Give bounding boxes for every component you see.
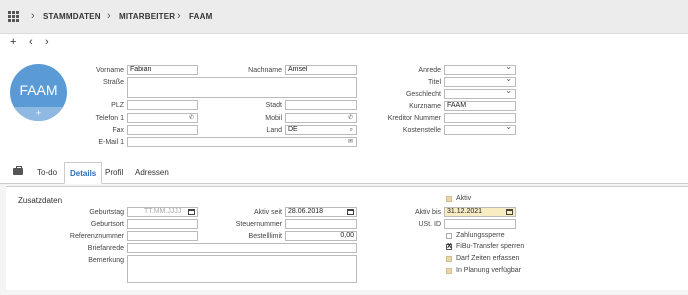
nachname-field[interactable]: Amsel [285,65,357,75]
aktiv-bis-label: Aktiv bis [414,209,441,216]
geburtstag-field[interactable]: TT.MM.JJJJ [127,207,198,217]
mobil-field[interactable]: ✆ [285,113,357,123]
kostenstelle-label: Kostenstelle [402,127,441,134]
calendar-icon[interactable] [188,209,195,215]
referenznummer-label: Referenznummer [69,233,124,240]
land-label: Land [266,127,282,134]
fibu-checkbox[interactable]: X [446,243,452,250]
chevron-right-icon: › [177,10,181,22]
nachname-label: Nachname [248,67,282,74]
kreditor-field[interactable] [444,113,516,123]
email1-field[interactable]: ✉ [127,137,357,147]
chevron-right-icon: › [107,10,111,22]
briefanrede-label: Briefanrede [87,245,124,252]
search-icon[interactable]: ⌕ [350,126,353,134]
geburtsort-field[interactable] [127,219,198,229]
kurzname-label: Kurzname [409,103,441,110]
top-bar [0,0,688,34]
kurzname-field[interactable]: FAAM [444,101,516,111]
kostenstelle-select[interactable] [444,125,516,135]
ust-id-field[interactable] [444,219,516,229]
aktiv-seit-value: 28.06.2018 [288,208,324,215]
fibu-label: FiBu-Transfer sperren [456,243,525,250]
steuernummer-label: Steuernummer [235,221,282,228]
aktiv-label: Aktiv [456,195,472,202]
back-icon[interactable]: ‹ [29,36,33,48]
bestelllimit-field[interactable]: 0,00 [285,231,357,241]
breadcrumb-faam: FAAM [189,12,213,21]
briefanrede-field[interactable] [127,243,357,253]
geburtsort-label: Geburtsort [90,221,124,228]
zahlungssperre-label: Zahlungssperre [456,232,505,239]
telefon1-field[interactable]: ✆ [127,113,198,123]
telefon1-label: Telefon 1 [95,115,124,122]
aktiv-bis-field[interactable]: 31.12.2021 [444,207,516,217]
titel-label: Titel [428,79,441,86]
geschlecht-select[interactable] [444,89,516,99]
tab-profil[interactable]: Profil [100,162,128,184]
breadcrumb-stammdaten[interactable]: STAMMDATEN [43,12,101,21]
geburtstag-label: Geburtstag [89,209,124,216]
geschlecht-label: Geschlecht [405,91,441,98]
bemerkung-field[interactable] [127,255,357,283]
aktiv-seit-field[interactable]: 28.06.2018 [285,207,357,217]
land-field[interactable]: DE ⌕ [285,125,357,135]
referenznummer-field[interactable] [127,231,198,241]
calendar-icon[interactable] [347,209,354,215]
in-planung-checkbox[interactable] [446,268,452,274]
zusatzdaten-title: Zusatzdaten [18,196,63,205]
avatar-initials: FAAM [19,82,58,98]
email1-label: E-Mail 1 [98,139,124,146]
calendar-icon[interactable] [506,209,513,215]
aktiv-seit-label: Aktiv seit [253,209,282,216]
darf-zeiten-checkbox[interactable] [446,256,452,262]
plz-label: PLZ [111,102,124,109]
fax-field[interactable] [127,125,198,135]
tab-todo[interactable]: To-do [32,162,62,184]
breadcrumb-mitarbeiter[interactable]: MITARBEITER [119,12,175,21]
geburtstag-placeholder: TT.MM.JJJJ [144,208,182,215]
aktiv-bis-value: 31.12.2021 [447,208,483,215]
avatar-add-icon[interactable]: + [10,107,67,121]
tab-adressen[interactable]: Adressen [130,162,174,184]
mobil-label: Mobil [265,115,282,122]
phone-icon[interactable]: ✆ [189,114,194,122]
briefcase-icon[interactable] [13,166,23,175]
mail-icon[interactable]: ✉ [348,138,353,146]
land-value: DE [288,126,298,133]
anrede-label: Anrede [418,67,441,74]
chevron-right-icon: › [31,10,35,22]
vorname-label: Vorname [95,67,124,74]
stadt-field[interactable] [285,100,357,110]
strasse-label: Straße [102,79,124,86]
strasse-field[interactable] [127,77,357,98]
forward-icon[interactable]: › [45,36,49,48]
kreditor-label: Kreditor Nummer [387,115,441,122]
add-icon[interactable]: + [10,36,16,48]
aktiv-checkbox[interactable] [446,196,452,202]
zahlungssperre-checkbox[interactable] [446,233,452,239]
avatar[interactable]: FAAM + [10,64,67,121]
bestelllimit-label: Bestelllimit [248,233,282,240]
anrede-select[interactable] [444,65,516,75]
in-planung-label: In Planung verfügbar [456,267,521,274]
titel-select[interactable] [444,77,516,87]
stadt-label: Stadt [265,102,282,109]
steuernummer-field[interactable] [285,219,357,229]
plz-field[interactable] [127,100,198,110]
phone-icon[interactable]: ✆ [348,114,353,122]
ust-id-label: USt. ID [418,221,441,228]
vorname-field[interactable]: Fabian [127,65,198,75]
fax-label: Fax [112,127,124,134]
apps-grid-icon[interactable] [8,11,19,22]
tab-details[interactable]: Details [64,162,103,184]
darf-zeiten-label: Darf Zeiten erfassen [456,255,520,262]
bemerkung-label: Bemerkung [88,257,124,264]
